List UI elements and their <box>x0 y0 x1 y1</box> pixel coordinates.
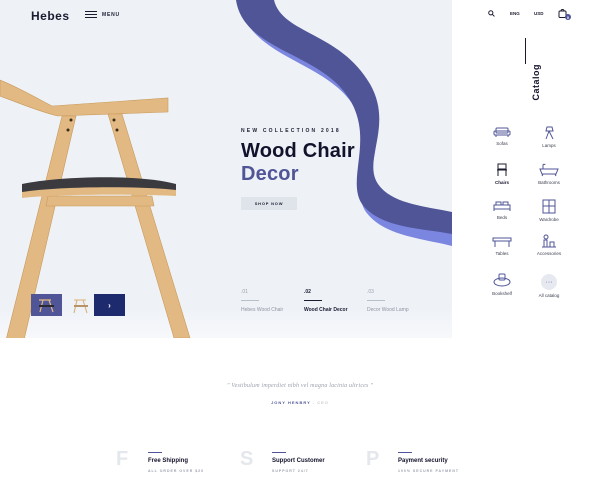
hero-eyebrow: NEW COLLECTION 2018 <box>241 128 341 134</box>
catalog-item-label: All catalog <box>538 293 560 298</box>
thumbnail-chair-light[interactable] <box>66 294 97 316</box>
catalog-title: Catalog <box>531 64 541 101</box>
menu-label: MENU <box>102 11 120 18</box>
testimonial-quote: " Vestibulum imperdiet nibh vel magna la… <box>227 383 373 389</box>
testimonial-author: JONY HENBRY <box>271 400 311 405</box>
catalog-item-sofas[interactable]: Sofas <box>480 126 524 146</box>
thumbnail-chair-dark[interactable] <box>31 294 62 316</box>
feature-rule <box>148 452 162 453</box>
slide-number: .01 <box>241 289 248 295</box>
catalog-item-label: Bathrooms <box>538 180 560 185</box>
feature-payment: P Payment security 100% SECURE PAYMENT <box>366 449 466 479</box>
catalog-item-label: Chairs <box>494 180 509 185</box>
language-value: ENG <box>510 11 520 16</box>
bathtub-icon <box>539 163 559 177</box>
chevron-right-icon: › <box>108 300 111 310</box>
currency-selector[interactable]: USD <box>534 11 544 16</box>
feature-subtitle: ALL ORDER OVER $20 <box>148 469 205 473</box>
language-selector[interactable]: ENG <box>510 11 520 16</box>
feature-support: S Support Customer SUPPORT 24/7 <box>240 449 340 479</box>
lamp-icon <box>545 126 554 140</box>
catalog-sidebar: ENG USD 0 Catalog Sofas Lamps Chairs Bat… <box>452 0 600 338</box>
wardrobe-icon <box>542 199 556 214</box>
slide-rule <box>241 300 259 301</box>
slide-name: Wood Chair Decor <box>304 307 348 313</box>
feature-subtitle: 100% SECURE PAYMENT <box>398 469 460 473</box>
feature-letter: P <box>366 448 380 470</box>
catalog-item-label: Wardrobe <box>539 217 559 222</box>
table-icon <box>492 237 512 247</box>
slide-name: Decor Wood Lamp <box>367 307 409 313</box>
catalog-divider <box>525 38 526 64</box>
catalog-item-label: Beds <box>496 215 508 220</box>
search-button[interactable] <box>488 10 495 17</box>
feature-title: Payment security <box>398 458 448 464</box>
feature-letter: F <box>116 448 129 470</box>
catalog-item-wardrobe[interactable]: Wardrobe <box>527 199 571 222</box>
brand-logo[interactable]: Hebes <box>31 9 70 23</box>
catalog-item-chairs[interactable]: Chairs <box>480 163 524 185</box>
catalog-item-label: Sofas <box>496 141 508 146</box>
testimonial-role: - CEO <box>312 400 329 405</box>
menu-button[interactable]: MENU <box>85 11 120 18</box>
catalog-item-tables[interactable]: Tables <box>480 236 524 256</box>
shop-now-button[interactable]: SHOP NOW <box>241 197 297 210</box>
testimonial-author-line: JONY HENBRY - CEO <box>0 400 600 405</box>
catalog-item-label: Tables <box>495 251 509 256</box>
hero-title-line2: Decor <box>241 163 299 185</box>
slide-rule <box>367 300 385 301</box>
feature-free-shipping: F Free Shipping ALL ORDER OVER $20 <box>116 449 216 479</box>
slide-item-2[interactable]: .02 Wood Chair Decor <box>304 289 354 314</box>
catalog-item-beds[interactable]: Beds <box>480 200 524 220</box>
feature-rule <box>398 452 412 453</box>
chair-icon <box>497 163 507 176</box>
slide-item-1[interactable]: .01 Hebes Wood Chair <box>241 289 291 314</box>
catalog-item-bookshelf[interactable]: Bookshelf <box>480 273 524 296</box>
catalog-item-bathrooms[interactable]: Bathrooms <box>527 163 571 185</box>
catalog-item-label: Lamps <box>542 143 556 148</box>
slide-rule <box>304 300 322 301</box>
bookshelf-icon <box>493 273 511 287</box>
catalog-item-label: Bookshelf <box>492 291 512 296</box>
sofa-icon <box>493 127 511 137</box>
cart-count-badge: 0 <box>565 14 571 20</box>
hero-headline-block: NEW COLLECTION 2018 Wood Chair Decor <box>241 128 355 186</box>
accessories-icon <box>542 234 556 248</box>
slide-name: Hebes Wood Chair <box>241 307 284 313</box>
hamburger-icon <box>85 11 97 18</box>
catalog-item-all[interactable]: ··· All catalog <box>527 274 571 298</box>
feature-title: Free Shipping <box>148 458 189 464</box>
hero-section: Hebes MENU NEW COLLECTION 2018 Wood Chai… <box>0 0 452 338</box>
next-slide-button[interactable]: › <box>94 294 125 316</box>
chair-thumb-icon <box>73 299 88 314</box>
search-icon <box>488 10 495 17</box>
catalog-item-lamps[interactable]: Lamps <box>527 126 571 148</box>
slide-number: .03 <box>367 289 374 295</box>
catalog-item-label: Accessories <box>536 251 562 256</box>
catalog-item-accessories[interactable]: Accessories <box>527 234 571 256</box>
feature-rule <box>272 452 286 453</box>
chair-thumb-icon <box>39 299 54 313</box>
more-icon: ··· <box>541 274 557 290</box>
currency-value: USD <box>534 11 544 16</box>
slide-number: .02 <box>304 289 311 295</box>
bed-icon <box>493 201 511 211</box>
cart-button[interactable]: 0 <box>558 8 571 20</box>
feature-letter: S <box>240 448 254 470</box>
hero-title-line1: Wood Chair <box>241 140 355 162</box>
feature-subtitle: SUPPORT 24/7 <box>272 469 309 473</box>
feature-title: Support Customer <box>272 458 325 464</box>
slide-item-3[interactable]: .03 Decor Wood Lamp <box>367 289 417 314</box>
